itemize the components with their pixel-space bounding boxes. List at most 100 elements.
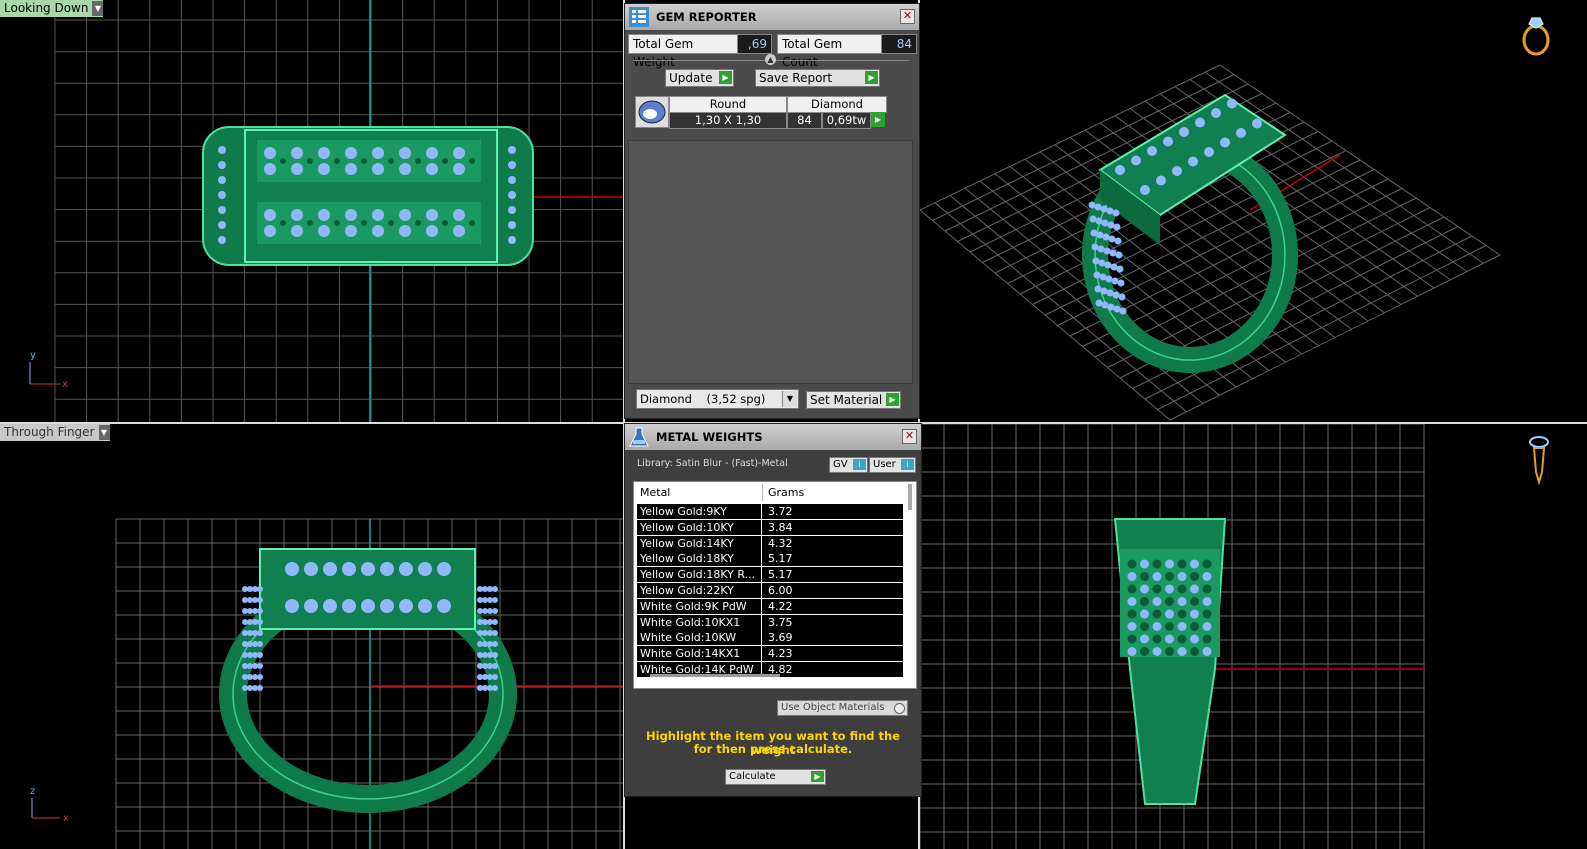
cell-divider bbox=[761, 567, 762, 583]
metal-weights-title: METAL WEIGHTS bbox=[656, 430, 763, 444]
metal-name: White Gold:10KW bbox=[640, 631, 737, 645]
play-icon[interactable]: ▶ bbox=[871, 112, 885, 127]
table-row[interactable]: White Gold:10KX1 3.75 bbox=[637, 614, 903, 630]
svg-text:x: x bbox=[62, 379, 68, 390]
gem-row-count[interactable]: 84 bbox=[787, 112, 822, 129]
top-view-canvas: y x bbox=[29, 0, 623, 422]
metal-name: White Gold:9K PdW bbox=[640, 599, 747, 613]
close-icon[interactable]: ✕ bbox=[900, 9, 915, 24]
viewport-top-left[interactable]: y x Looking Down ▼ bbox=[0, 0, 623, 422]
play-icon: ▶ bbox=[811, 771, 824, 782]
gem-reporter-titlebar[interactable]: GEM REPORTER ✕ bbox=[625, 4, 919, 30]
table-row[interactable]: Yellow Gold:18KY R... 5.17 bbox=[637, 567, 903, 583]
play-icon: ▶ bbox=[719, 71, 732, 84]
gem-table-header-shape: Round bbox=[669, 96, 787, 113]
set-material-button-label: Set Material bbox=[810, 393, 883, 407]
metal-weights-list-header: Metal Grams bbox=[634, 482, 904, 503]
cell-divider bbox=[761, 519, 762, 535]
calculate-button-label: Calculate bbox=[729, 771, 776, 782]
calculate-button[interactable]: Calculate ▶ bbox=[725, 769, 826, 785]
column-header-grams[interactable]: Grams bbox=[768, 482, 804, 503]
horizontal-scrollbar[interactable] bbox=[650, 674, 780, 677]
viewport-bottom-left[interactable]: z x Through Finger ▼ bbox=[0, 424, 623, 849]
use-object-materials-label: Use Object Materials bbox=[781, 702, 885, 713]
finger-view-icon[interactable] bbox=[1524, 432, 1554, 492]
metal-name: Yellow Gold:18KY R... bbox=[640, 568, 756, 582]
save-report-button-label: Save Report bbox=[759, 71, 833, 85]
material-select[interactable]: Diamond (3,52 spg) ▼ bbox=[636, 389, 799, 409]
table-row[interactable]: Yellow Gold:18KY 5.17 bbox=[637, 551, 903, 567]
user-button-label: User bbox=[873, 459, 896, 470]
viewport-label-looking-down[interactable]: Looking Down ▼ bbox=[0, 0, 104, 17]
metal-grams: 5.17 bbox=[768, 552, 793, 566]
metal-weights-titlebar[interactable]: METAL WEIGHTS ✕ bbox=[625, 424, 921, 450]
table-row[interactable]: Yellow Gold:14KY 4.32 bbox=[637, 535, 903, 551]
set-material-button[interactable]: Set Material ▶ bbox=[806, 391, 901, 409]
gem-reporter-title: GEM REPORTER bbox=[656, 10, 757, 24]
metal-flask-icon bbox=[629, 427, 649, 447]
viewport-label-text: Through Finger bbox=[4, 425, 95, 439]
cell-divider bbox=[761, 504, 762, 519]
gem-row-weight[interactable]: 0,69tw bbox=[822, 112, 871, 129]
metal-grams: 5.17 bbox=[768, 568, 793, 582]
ring-front-view bbox=[219, 548, 517, 813]
metal-name: White Gold:14KX1 bbox=[640, 647, 741, 661]
column-header-metal[interactable]: Metal bbox=[640, 482, 670, 503]
metal-grams: 4.22 bbox=[768, 599, 793, 613]
table-row[interactable]: Yellow Gold:9KY 3.72 bbox=[637, 504, 903, 519]
cell-divider bbox=[761, 646, 762, 662]
viewport-bottom-right[interactable] bbox=[920, 424, 1587, 849]
metal-weights-panel: METAL WEIGHTS ✕ Library: Satin Blur - (F… bbox=[624, 423, 922, 797]
info-icon: i bbox=[901, 459, 914, 470]
play-icon: ▶ bbox=[886, 393, 899, 406]
gem-thumbnail[interactable] bbox=[635, 96, 669, 128]
gem-row-size[interactable]: 1,30 X 1,30 bbox=[669, 112, 787, 129]
table-row[interactable]: Yellow Gold:22KY 6.00 bbox=[637, 583, 903, 598]
total-gem-count-value: 84 bbox=[881, 34, 917, 54]
table-row[interactable]: White Gold:14KX1 4.23 bbox=[637, 646, 903, 662]
table-row[interactable]: Yellow Gold:10KY 3.84 bbox=[637, 519, 903, 535]
ring-view-icon[interactable] bbox=[1518, 10, 1558, 60]
metal-weights-list[interactable]: Metal Grams Yellow Gold:9KY 3.72 Yellow Go… bbox=[633, 481, 917, 689]
cell-divider bbox=[761, 614, 762, 630]
cell-divider bbox=[761, 535, 762, 551]
perspective-view-canvas bbox=[920, 64, 1501, 421]
vertical-scrollbar[interactable] bbox=[908, 484, 912, 510]
close-icon[interactable]: ✕ bbox=[902, 429, 917, 444]
instruction-line-2: for then press calculate. bbox=[693, 742, 853, 756]
total-gem-weight-value: ,69 bbox=[737, 34, 772, 54]
cell-divider bbox=[761, 598, 762, 614]
cell-divider bbox=[761, 630, 762, 646]
viewport-top-right[interactable] bbox=[920, 0, 1587, 422]
metal-name: Yellow Gold:10KY bbox=[640, 520, 734, 534]
radio-icon bbox=[894, 703, 905, 714]
gv-button-label: GV bbox=[833, 459, 848, 470]
front-view-canvas: z x bbox=[30, 518, 623, 849]
update-button[interactable]: Update ▶ bbox=[665, 69, 734, 87]
table-row[interactable]: White Gold:9K PdW 4.22 bbox=[637, 598, 903, 614]
gem-table-header-material: Diamond bbox=[787, 96, 887, 113]
metal-grams: 3.69 bbox=[768, 631, 793, 645]
user-button[interactable]: User i bbox=[869, 457, 916, 473]
gem-list-area bbox=[628, 140, 913, 384]
total-gem-count-label: Total Gem Count bbox=[777, 34, 883, 69]
viewport-label-through-finger[interactable]: Through Finger ▼ bbox=[0, 424, 110, 441]
table-row[interactable]: White Gold:10KW 3.69 bbox=[637, 630, 903, 646]
metal-grams: 4.23 bbox=[768, 647, 793, 661]
save-report-button[interactable]: Save Report ▶ bbox=[755, 69, 880, 87]
cell-divider bbox=[761, 551, 762, 567]
use-object-materials-checkbox[interactable]: Use Object Materials bbox=[777, 700, 908, 716]
metal-name: Yellow Gold:22KY bbox=[640, 584, 734, 597]
collapse-icon[interactable]: ▲ bbox=[765, 54, 776, 65]
chevron-down-icon[interactable]: ▼ bbox=[98, 425, 110, 440]
svg-text:x: x bbox=[63, 813, 69, 824]
cell-divider bbox=[761, 583, 762, 598]
metal-grams: 3.84 bbox=[768, 520, 793, 534]
chevron-down-icon[interactable]: ▼ bbox=[92, 1, 104, 16]
metal-grams: 6.00 bbox=[768, 584, 793, 597]
metal-name: Yellow Gold:18KY bbox=[640, 552, 734, 566]
round-gem-icon bbox=[638, 100, 666, 124]
gv-button[interactable]: GV i bbox=[829, 457, 868, 473]
play-icon: ▶ bbox=[865, 71, 878, 84]
chevron-down-icon[interactable]: ▼ bbox=[782, 391, 797, 407]
